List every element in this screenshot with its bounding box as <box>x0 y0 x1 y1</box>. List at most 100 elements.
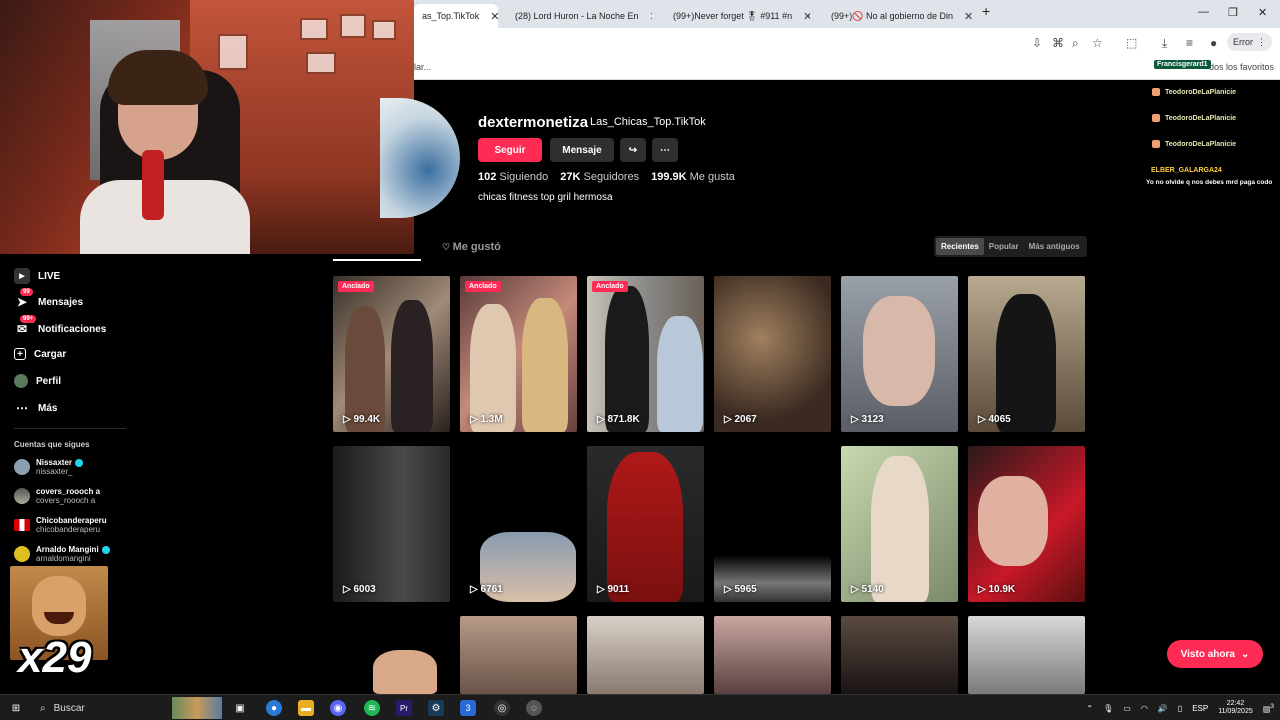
video-thumbnail[interactable]: ▷ 3123 <box>841 276 958 432</box>
error-button[interactable]: Error ⋮ <box>1227 33 1272 51</box>
browser-tab-active[interactable]: as_Top.TikTok ✕ <box>414 4 498 28</box>
video-thumbnail[interactable] <box>460 616 577 694</box>
maximize-icon[interactable]: ❐ <box>1228 6 1238 19</box>
pinned-badge: Anclado <box>592 281 628 292</box>
message-button[interactable]: Mensaje <box>550 138 614 162</box>
browser-tab-tiktok-1[interactable]: (99+)Never forget 🎖 #911 #n ✕ <box>660 4 810 28</box>
video-thumbnail[interactable] <box>841 616 958 694</box>
sort-recent[interactable]: Recientes <box>936 238 984 255</box>
video-thumbnail[interactable]: ▷ 2067 <box>714 276 831 432</box>
battery-icon[interactable]: ▯ <box>1178 704 1182 713</box>
all-bookmarks-link[interactable]: dos los favoritos <box>1209 62 1274 72</box>
profile-avatar[interactable] <box>380 98 460 218</box>
new-tab-button[interactable]: + <box>982 3 990 19</box>
video-thumbnail[interactable] <box>333 616 450 694</box>
more-options-button[interactable]: ⋯ <box>652 138 678 162</box>
system-tray: ⌃ 🎙 ▭ ◠ 🔊 ▯ ESP 22:42 11/09/2025 ▤3 <box>1086 697 1274 719</box>
chevron-up-icon[interactable]: ⌃ <box>1086 704 1093 713</box>
video-thumbnail[interactable] <box>968 616 1085 694</box>
wifi-icon[interactable]: ◠ <box>1141 704 1148 713</box>
following-item[interactable]: covers_roooch a covers_roooch a <box>14 487 100 505</box>
sort-popular[interactable]: Popular <box>984 238 1024 255</box>
tab-close-icon[interactable]: ✕ <box>803 10 810 23</box>
sidebar-item-upload[interactable]: + Cargar <box>14 348 66 360</box>
sidebar-item-profile[interactable]: Perfil <box>14 374 61 388</box>
tab-close-icon[interactable]: ✕ <box>490 10 498 23</box>
video-thumbnail[interactable]: ▷ 4065 <box>968 276 1085 432</box>
language-indicator[interactable]: ESP <box>1192 704 1208 713</box>
share-icon: ↪ <box>628 144 638 156</box>
browser-tab-tiktok-2[interactable]: (99+)🚫 No al gobierno de Din ✕ <box>818 4 974 28</box>
mic-icon[interactable]: 🎙 <box>1103 704 1113 713</box>
notification-center-icon[interactable]: ▤3 <box>1263 703 1274 714</box>
sidebar-item-live[interactable]: ▶ LIVE <box>14 268 60 284</box>
sort-oldest[interactable]: Más antiguos <box>1024 238 1085 255</box>
steam-icon[interactable]: ⚙ <box>428 700 444 716</box>
obs-icon[interactable]: ◎ <box>494 700 510 716</box>
speaker-icon[interactable]: 🔊 <box>1158 704 1168 713</box>
taskbar-search[interactable]: ⌕ Buscar <box>32 697 222 719</box>
sidebar-item-messages[interactable]: ➤ 99 Mensajes <box>14 288 83 310</box>
stat-followers[interactable]: 27K Seguidores <box>560 171 639 183</box>
task-view-icon[interactable]: ▣ <box>232 700 248 716</box>
follow-button[interactable]: Seguir <box>478 138 542 162</box>
view-count: ▷ 871.8K <box>597 414 640 425</box>
chrome-icon[interactable]: ● <box>266 700 282 716</box>
following-title: Cuentas que sigues <box>14 440 90 449</box>
video-thumbnail[interactable] <box>587 616 704 694</box>
thumbnail-figure <box>607 452 683 602</box>
following-item[interactable]: Arnaldo Mangini arnaldomangini <box>14 545 110 563</box>
sidebar-item-more[interactable]: ⋯ Más <box>14 400 57 416</box>
chat-avatar <box>1152 114 1160 122</box>
tab-liked[interactable]: ♡ Me gustó <box>442 241 501 253</box>
translate-icon[interactable]: ⌘ <box>1052 36 1064 50</box>
address-bar-row: ⇩ ⌘ ⌕ ☆ ⬚ ⤓ ≡ ● Error ⋮ <box>414 28 1280 56</box>
clock[interactable]: 22:42 11/09/2025 <box>1218 700 1253 717</box>
app-icon[interactable]: ◌ <box>526 700 542 716</box>
tab-close-icon[interactable]: ✕ <box>964 10 973 23</box>
wall-frame <box>306 52 336 74</box>
visto-ahora-button[interactable]: Visto ahora ⌄ <box>1167 640 1263 668</box>
windows-start-icon[interactable]: ⊞ <box>8 700 24 716</box>
premiere-icon[interactable]: Pr <box>396 700 412 716</box>
video-thumbnail[interactable]: Anclado ▷ 99.4K <box>333 276 450 432</box>
thumbnail-figure <box>871 456 929 602</box>
video-thumbnail[interactable]: Anclado ▷ 1.3M <box>460 276 577 432</box>
share-button[interactable]: ↪ <box>620 138 646 162</box>
bookmark-star-icon[interactable]: ☆ <box>1092 36 1103 50</box>
minimize-icon[interactable]: — <box>1198 6 1209 18</box>
sidebar-item-notifications[interactable]: ✉ 99+ Notificaciones <box>14 315 106 337</box>
pinned-badge: Anclado <box>465 281 501 292</box>
profile-avatar-icon[interactable]: ● <box>1210 36 1217 50</box>
view-count: ▷ 99.4K <box>343 414 381 425</box>
bookmark-item[interactable]: lar... <box>414 62 431 72</box>
discord-icon[interactable]: ◉ <box>330 700 346 716</box>
spotify-icon[interactable]: ≋ <box>364 700 380 716</box>
stat-following[interactable]: 102 Siguiendo <box>478 171 548 183</box>
tab-close-icon[interactable]: ✕ <box>650 10 652 23</box>
video-thumbnail[interactable]: ▷ 6003 <box>333 446 450 602</box>
media-icon[interactable]: ≡ <box>1186 36 1193 50</box>
video-thumbnail[interactable]: ▷ 5140 <box>841 446 958 602</box>
install-icon[interactable]: ⇩ <box>1032 36 1042 50</box>
video-thumbnail[interactable]: Anclado ▷ 871.8K <box>587 276 704 432</box>
extensions-icon[interactable]: ⬚ <box>1126 36 1137 50</box>
following-item[interactable]: Nissaxter nissaxter_ <box>14 458 84 476</box>
stat-likes: 199.9K Me gusta <box>651 171 735 183</box>
video-thumbnail[interactable]: ▷ 10.9K <box>968 446 1085 602</box>
zoom-icon[interactable]: ⌕ <box>1072 36 1079 51</box>
video-thumbnail[interactable]: ▷ 5965 <box>714 446 831 602</box>
download-icon[interactable]: ⤓ <box>1162 36 1167 51</box>
file-explorer-icon[interactable]: ▬ <box>298 700 314 716</box>
browser-tab-youtube[interactable]: (28) Lord Huron - La Noche En ✕ <box>502 4 652 28</box>
video-thumbnail[interactable]: ▷ 6761 <box>460 446 577 602</box>
video-thumbnail[interactable]: ▷ 9011 <box>587 446 704 602</box>
video-thumbnail[interactable] <box>714 616 831 694</box>
sidebar-divider <box>14 428 126 429</box>
window-close-icon[interactable]: ✕ <box>1258 6 1267 19</box>
view-count: ▷ 2067 <box>724 414 757 425</box>
following-item[interactable]: Chicobanderaperu chicobanderaperu <box>14 516 107 534</box>
app-3-icon[interactable]: 3 <box>460 700 476 716</box>
avatar <box>14 459 30 475</box>
network-icon[interactable]: ▭ <box>1123 704 1131 713</box>
